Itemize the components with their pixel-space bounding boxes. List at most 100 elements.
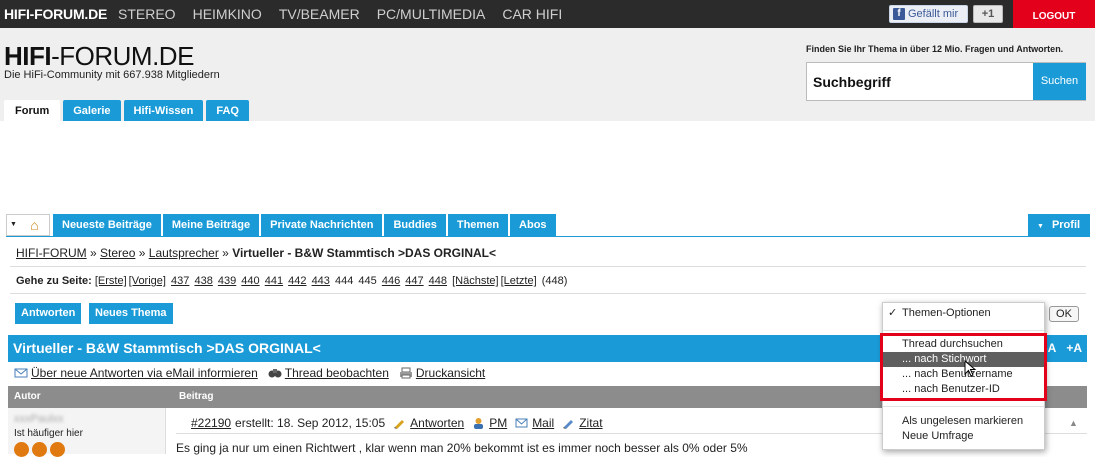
pager-page[interactable]: 440 [241, 275, 259, 287]
nav-meine-beitraege[interactable]: Meine Beiträge [162, 214, 260, 236]
pager-current-page: 445 [358, 275, 377, 287]
author-name[interactable]: xxxPaulxx [14, 413, 64, 425]
envelope-icon [515, 418, 528, 428]
quote-icon [563, 420, 574, 429]
column-post: Beitrag [179, 391, 214, 402]
post-mail-link[interactable]: Mail [532, 416, 554, 430]
site-header: HIFI-FORUM.DE Die HiFi-Community mit 667… [0, 28, 1095, 122]
font-size-controls: -A +A [1044, 335, 1082, 362]
new-topic-button[interactable]: Neues Thema [89, 303, 173, 324]
profil-label: Profil [1051, 219, 1081, 231]
pager-next[interactable]: [Nächste] [452, 275, 498, 287]
breadcrumb-stereo[interactable]: Stereo [100, 246, 135, 260]
facebook-like-button[interactable]: f Gefällt mir [889, 5, 968, 23]
chevron-down-icon: ▼ [10, 221, 17, 228]
top-navbar: HIFI-FORUM.DE STEREO HEIMKINO TV/BEAMER … [0, 0, 1095, 28]
rank-star-icon [50, 442, 65, 457]
pager-page[interactable]: 437 [171, 275, 189, 287]
column-author: Autor [14, 391, 41, 402]
logo-bold-part: HIFI [4, 41, 52, 71]
scroll-up-arrow-icon[interactable]: ▲ [1069, 418, 1078, 428]
chevron-down-icon: ▼ [1037, 223, 1044, 230]
top-nav-pc-multimedia[interactable]: PC/MULTIMEDIA [377, 6, 486, 22]
email-subscribe-action[interactable]: Über neue Antworten via eMail informiere… [14, 364, 258, 382]
breadcrumb-current: Virtueller - B&W Stammtisch >DAS ORGINAL… [232, 246, 497, 260]
tab-faq[interactable]: FAQ [206, 100, 249, 122]
forum-nav: ▼ ⌂ Neueste Beiträge Meine Beiträge Priv… [6, 214, 558, 236]
pager-page[interactable]: 439 [218, 275, 236, 287]
nav-private-nachrichten[interactable]: Private Nachrichten [261, 214, 383, 236]
site-tagline: Die HiFi-Community mit 667.938 Mitgliede… [4, 69, 220, 81]
reply-button[interactable]: Antworten [15, 303, 82, 324]
top-nav-car-hifi[interactable]: CAR HIFI [502, 6, 562, 22]
menu-item-als-ungelesen-markieren[interactable]: Als ungelesen markieren [883, 414, 1044, 429]
author-rank-stars [14, 442, 65, 457]
email-subscribe-link[interactable]: Über neue Antworten via eMail informiere… [31, 364, 258, 382]
menu-separator [883, 330, 1044, 331]
site-logo[interactable]: HIFI-FORUM.DE [4, 41, 194, 72]
search-box: Suchen [806, 62, 1086, 101]
nav-themen[interactable]: Themen [447, 214, 509, 236]
top-nav-stereo[interactable]: STEREO [118, 6, 176, 22]
tab-forum[interactable]: Forum [4, 100, 61, 122]
pager-page[interactable]: 438 [194, 275, 212, 287]
print-view-action[interactable]: Druckansicht [399, 364, 485, 382]
post-pm-link[interactable]: PM [489, 416, 507, 430]
nav-buddies[interactable]: Buddies [384, 214, 446, 236]
breadcrumb-lautsprecher[interactable]: Lautsprecher [149, 246, 219, 260]
pager-page[interactable]: 441 [265, 275, 283, 287]
pager-page[interactable]: 448 [429, 275, 447, 287]
post-number-link[interactable]: #22190 [191, 416, 231, 430]
breadcrumb-hifi-forum[interactable]: HIFI-FORUM [16, 246, 87, 260]
watch-thread-action[interactable]: Thread beobachten [268, 364, 389, 382]
forum-menu-dropdown[interactable]: ▼ [6, 214, 20, 236]
breadcrumb-separator: » [222, 246, 229, 260]
top-nav-heimkino[interactable]: HEIMKINO [193, 6, 262, 22]
nav-abos[interactable]: Abos [510, 214, 556, 236]
google-plus-one-button[interactable]: +1 [973, 5, 1003, 23]
home-icon: ⌂ [30, 217, 39, 233]
facebook-icon: f [893, 8, 905, 20]
pager-current-page: 444 [334, 275, 354, 287]
pager-first[interactable]: [Erste] [95, 275, 127, 287]
main-tabs: Forum Galerie Hifi-Wissen FAQ [4, 100, 252, 122]
pager-page[interactable]: 443 [312, 275, 330, 287]
menu-separator [883, 406, 1044, 407]
pencil-icon [394, 420, 405, 429]
print-view-link[interactable]: Druckansicht [416, 364, 485, 382]
post-reply-link[interactable]: Antworten [410, 416, 464, 430]
pager-prev[interactable]: [Vorige] [129, 275, 166, 287]
envelope-icon [14, 368, 28, 378]
pager-label: Gehe zu Seite: [16, 275, 92, 287]
pager-page[interactable]: 447 [405, 275, 423, 287]
author-rank: Ist häufiger hier [14, 428, 83, 439]
pager-last[interactable]: [Letzte] [501, 275, 537, 287]
nav-neueste-beitraege[interactable]: Neueste Beiträge [53, 214, 161, 236]
search-button[interactable]: Suchen [1033, 63, 1086, 100]
pager-page[interactable]: 446 [382, 275, 400, 287]
printer-icon [399, 367, 412, 379]
check-icon: ✓ [888, 307, 898, 319]
post-author-cell: xxxPaulxx Ist häufiger hier [8, 408, 166, 457]
post-text: Es ging ja nur um einen Richtwert , klar… [176, 441, 748, 455]
top-nav: STEREO HEIMKINO TV/BEAMER PC/MULTIMEDIA … [118, 6, 579, 22]
menu-item-neue-umfrage[interactable]: Neue Umfrage [883, 429, 1044, 444]
tab-galerie[interactable]: Galerie [63, 100, 121, 122]
breadcrumb: HIFI-FORUM » Stereo » Lautsprecher » Vir… [10, 240, 1086, 267]
watch-thread-link[interactable]: Thread beobachten [285, 364, 389, 382]
top-nav-tv-beamer[interactable]: TV/BEAMER [279, 6, 360, 22]
menu-item-label: Themen-Optionen [902, 307, 991, 319]
ok-button[interactable]: OK [1049, 306, 1079, 322]
home-button[interactable]: ⌂ [20, 214, 50, 236]
tab-hifi-wissen[interactable]: Hifi-Wissen [123, 100, 204, 122]
top-brand-link[interactable]: HIFI-FORUM.DE [4, 6, 107, 22]
menu-header-themen-optionen[interactable]: ✓ Themen-Optionen [883, 306, 1044, 321]
breadcrumb-separator: » [90, 246, 97, 260]
post-quote-link[interactable]: Zitat [579, 416, 602, 430]
mouse-pointer-icon [964, 360, 977, 377]
rank-star-icon [32, 442, 47, 457]
pager-page[interactable]: 442 [288, 275, 306, 287]
font-larger-button[interactable]: +A [1066, 341, 1082, 355]
search-input[interactable] [807, 63, 1033, 100]
profil-button[interactable]: ▼ Profil [1028, 214, 1090, 236]
